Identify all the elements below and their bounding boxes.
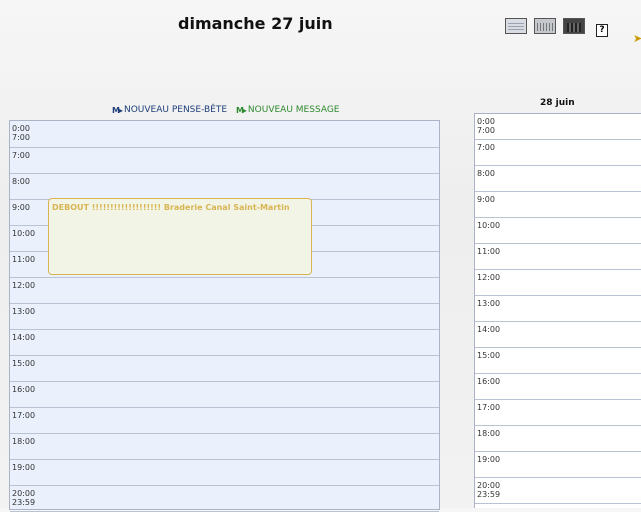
arrow-right-icon[interactable]: ➤	[633, 32, 641, 45]
new-note-button[interactable]: M▸ NOUVEAU PENSE-BÊTE	[112, 105, 227, 115]
main-time-label: 16:00	[12, 385, 36, 394]
main-time-slot[interactable]: 16:00	[10, 382, 439, 408]
next-time-label: 10:00	[477, 221, 501, 230]
next-day-column: 0:00 7:00 7:00 8:00 9:00 10:00 11:00 12:00 13:0…	[474, 113, 641, 508]
next-time-slot[interactable]: 10:00	[475, 218, 641, 244]
main-time-slot[interactable]: 7:00	[10, 148, 439, 174]
main-time-label: 10:00	[12, 229, 36, 238]
next-time-slot[interactable]: 14:00	[475, 322, 641, 348]
main-time-label: 20:00 23:59	[12, 489, 36, 507]
main-time-label: 14:00	[12, 333, 36, 342]
next-time-label: 20:00 23:59	[477, 481, 501, 499]
next-time-slot[interactable]: 11:00	[475, 244, 641, 270]
next-time-label: 15:00	[477, 351, 501, 360]
page-title: dimanche 27 juin	[178, 14, 333, 33]
action-bar: M▸ NOUVEAU PENSE-BÊTE M▸ NOUVEAU MESSAGE	[112, 105, 345, 116]
next-time-slot[interactable]: 7:00	[475, 140, 641, 166]
main-time-label: 13:00	[12, 307, 36, 316]
next-time-label: 16:00	[477, 377, 501, 386]
main-time-label: 9:00	[12, 203, 30, 212]
new-message-label: NOUVEAU MESSAGE	[247, 105, 340, 115]
next-time-slot[interactable]: 16:00	[475, 374, 641, 400]
next-time-label: 11:00	[477, 247, 501, 256]
next-time-label: 9:00	[477, 195, 495, 204]
main-time-slot[interactable]: 19:00	[10, 460, 439, 486]
help-icon[interactable]: ?	[596, 24, 608, 37]
main-time-label: 15:00	[12, 359, 36, 368]
next-time-label: 14:00	[477, 325, 501, 334]
next-time-slot[interactable]: 0:00 7:00	[475, 114, 641, 140]
day-column: 0:00 7:00 7:00 8:00 9:00 10:00 11:00 12:00 13:0…	[9, 120, 440, 512]
next-time-label: 12:00	[477, 273, 501, 282]
main-time-slot[interactable]: 13:00	[10, 304, 439, 330]
next-day-date[interactable]: 28 juin	[540, 98, 575, 108]
main-time-slot[interactable]: 12:00	[10, 278, 439, 304]
next-time-slot[interactable]: 17:00	[475, 400, 641, 426]
main-time-slot[interactable]: 17:00	[10, 408, 439, 434]
main-time-slot[interactable]: 0:00 7:00	[10, 121, 439, 148]
day-view-icon[interactable]	[505, 18, 527, 34]
main-time-slot[interactable]: 15:00	[10, 356, 439, 382]
next-time-label: 17:00	[477, 403, 501, 412]
next-time-label: 7:00	[477, 143, 495, 152]
next-time-label: 19:00	[477, 455, 501, 464]
main-time-slot[interactable]: 18:00	[10, 434, 439, 460]
event-block[interactable]: DEBOUT !!!!!!!!!!!!!!!!!!! Braderie Cana…	[48, 198, 312, 275]
main-time-slot[interactable]: 14:00	[10, 330, 439, 356]
main-time-label: 0:00 7:00	[12, 124, 30, 142]
main-time-label: 18:00	[12, 437, 36, 446]
main-time-slot[interactable]: 20:00 23:59	[10, 486, 439, 512]
main-time-label: 12:00	[12, 281, 36, 290]
main-time-label: 19:00	[12, 463, 36, 472]
main-time-label: 11:00	[12, 255, 36, 264]
message-icon: M▸	[235, 105, 247, 115]
note-icon: M▸	[112, 105, 123, 115]
next-time-label: 18:00	[477, 429, 501, 438]
next-time-slot[interactable]: 8:00	[475, 166, 641, 192]
next-time-slot[interactable]: 19:00	[475, 452, 641, 478]
next-time-slot[interactable]: 13:00	[475, 296, 641, 322]
new-message-button[interactable]: M▸ NOUVEAU MESSAGE	[236, 105, 340, 115]
next-time-slot[interactable]: 12:00	[475, 270, 641, 296]
next-time-slot[interactable]: 18:00	[475, 426, 641, 452]
new-note-label: NOUVEAU PENSE-BÊTE	[123, 105, 228, 115]
next-time-label: 0:00 7:00	[477, 117, 495, 135]
next-time-label: 13:00	[477, 299, 501, 308]
main-time-label: 8:00	[12, 177, 30, 186]
main-time-slot[interactable]: 8:00	[10, 174, 439, 200]
next-time-slot[interactable]: 9:00	[475, 192, 641, 218]
next-time-slot[interactable]: 20:00 23:59	[475, 478, 641, 504]
main-time-label: 7:00	[12, 151, 30, 160]
next-time-label: 8:00	[477, 169, 495, 178]
next-time-slot[interactable]: 15:00	[475, 348, 641, 374]
main-time-label: 17:00	[12, 411, 36, 420]
week-view-icon[interactable]	[534, 18, 556, 34]
event-title: DEBOUT !!!!!!!!!!!!!!!!!!! Braderie Cana…	[52, 203, 290, 212]
month-view-icon[interactable]	[563, 18, 585, 34]
